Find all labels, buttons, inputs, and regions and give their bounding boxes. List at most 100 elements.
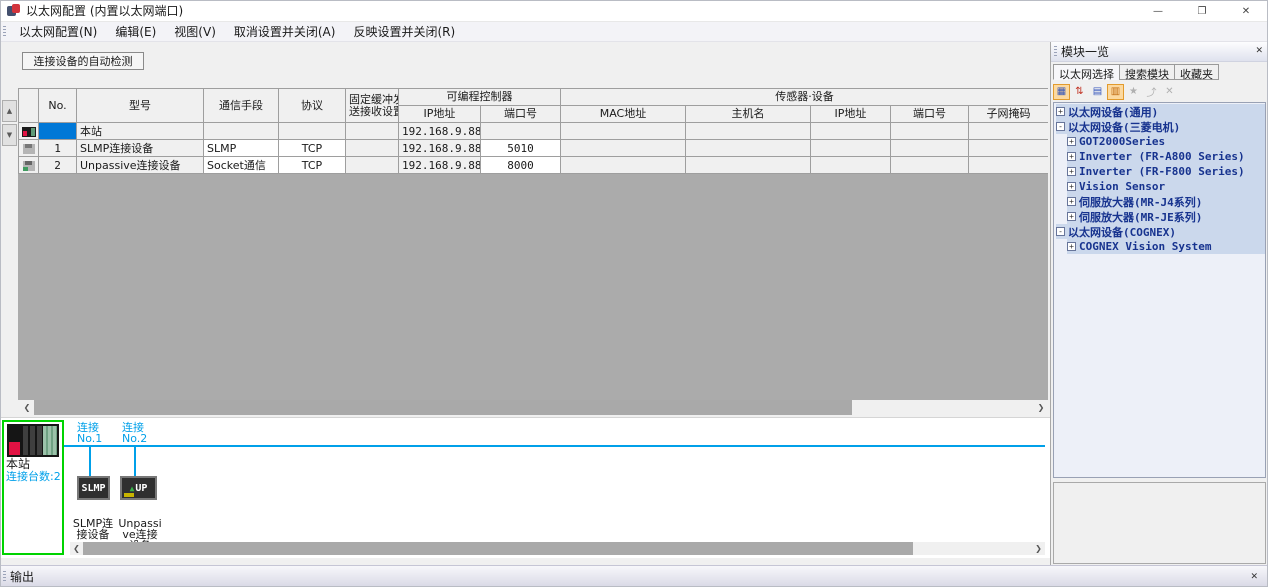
tree-item-cognex-vision[interactable]: +COGNEX Vision System <box>1067 239 1265 254</box>
table-cell-subnet[interactable] <box>969 140 1049 157</box>
menu-edit[interactable]: 编辑(E) <box>106 21 165 42</box>
row-down-button[interactable]: ▼ <box>2 124 17 146</box>
table-cell-subnet[interactable] <box>969 123 1049 140</box>
table-cell-no[interactable]: 1 <box>39 140 77 157</box>
tree-item-servo-mrje[interactable]: +伺服放大器(MR-JE系列) <box>1067 209 1265 224</box>
module-list-toolbar: ▦ ⇅ ▤ ▥ ★ ⤴ ✕ <box>1053 83 1179 100</box>
tree-item-ethernet-cognex[interactable]: -以太网设备(COGNEX) <box>1056 224 1265 239</box>
scroll-track[interactable] <box>83 542 1032 555</box>
expand-icon[interactable]: + <box>1067 182 1076 191</box>
scroll-left-button[interactable]: ❮ <box>20 400 34 415</box>
expand-icon[interactable]: + <box>1056 107 1065 116</box>
output-close-icon[interactable]: ✕ <box>1250 572 1258 582</box>
favorite-move-icon: ⤴ <box>1143 84 1160 100</box>
table-cell-fixed-buffer[interactable] <box>346 123 399 140</box>
sort-icon[interactable]: ⇅ <box>1071 84 1088 100</box>
menu-apply-close[interactable]: 反映设置并关闭(R) <box>344 21 464 42</box>
table-cell-plc-port[interactable]: 8000 <box>481 157 561 174</box>
table-cell-hostname[interactable] <box>686 140 811 157</box>
expand-icon[interactable]: + <box>1067 167 1076 176</box>
table-cell-protocol[interactable]: TCP <box>279 140 346 157</box>
scroll-left-button[interactable]: ❮ <box>70 542 83 555</box>
connection-table: No. 型号 通信手段 协议 固定缓冲发送接收设置 可编程控制器 传感器·设备 … <box>18 88 1048 400</box>
device-slmp-icon[interactable]: SLMP <box>77 476 110 500</box>
table-cell-comm[interactable]: Socket通信 <box>204 157 279 174</box>
scroll-thumb[interactable] <box>34 400 852 415</box>
tree-item-servo-mrj4[interactable]: +伺服放大器(MR-J4系列) <box>1067 194 1265 209</box>
table-cell-ip[interactable] <box>811 157 891 174</box>
connection-2-label: 连接 No.2 <box>122 422 147 444</box>
col-port: 端口号 <box>891 106 969 123</box>
group-view-icon[interactable]: ▥ <box>1107 84 1124 100</box>
expand-icon[interactable]: + <box>1067 212 1076 221</box>
window-controls: — ❐ ✕ <box>1136 0 1268 22</box>
table-cell-ip[interactable] <box>811 123 891 140</box>
table-h-scrollbar: ❮ ❯ <box>20 400 1048 415</box>
panel-grip <box>1054 46 1057 58</box>
table-cell-comm[interactable]: SLMP <box>204 140 279 157</box>
expand-icon[interactable]: + <box>1067 152 1076 161</box>
row-up-button[interactable]: ▲ <box>2 100 17 122</box>
tab-favorites[interactable]: 收藏夹 <box>1174 64 1219 80</box>
table-cell-fixed-buffer[interactable] <box>346 140 399 157</box>
table-cell-plc-port[interactable] <box>481 123 561 140</box>
tab-ethernet-selection[interactable]: 以太网选择 <box>1053 64 1120 80</box>
maximize-button[interactable]: ❐ <box>1180 0 1224 22</box>
table-cell-plc-port[interactable]: 5010 <box>481 140 561 157</box>
table-cell-model[interactable]: SLMP连接设备 <box>77 140 204 157</box>
tree-item-ethernet-mitsubishi[interactable]: -以太网设备(三菱电机) <box>1056 119 1265 134</box>
table-cell-port[interactable] <box>891 140 969 157</box>
table-cell-no-selected[interactable] <box>39 123 77 140</box>
expand-icon[interactable]: + <box>1067 242 1076 251</box>
table-cell-mac[interactable] <box>561 140 686 157</box>
table-cell-comm[interactable] <box>204 123 279 140</box>
tree-item-ethernet-generic[interactable]: +以太网设备(通用) <box>1056 104 1265 119</box>
tab-search-module[interactable]: 搜索模块 <box>1119 64 1175 80</box>
collapse-icon[interactable]: - <box>1056 122 1065 131</box>
table-cell-no[interactable]: 2 <box>39 157 77 174</box>
collapse-icon[interactable]: - <box>1056 227 1065 236</box>
table-cell-protocol[interactable] <box>279 123 346 140</box>
device-unpassive-icon[interactable]: ▲ UP <box>120 476 157 500</box>
scroll-right-button[interactable]: ❯ <box>1034 400 1048 415</box>
table-cell-plc-ip[interactable]: 192.168.9.88 <box>399 123 481 140</box>
network-diagram: 本站 连接台数:2 连接 No.1 连接 No.2 SLMP ▲ UP SLMP… <box>0 417 1050 558</box>
menu-ethernet-config[interactable]: 以太网配置(N) <box>10 21 106 42</box>
tree-item-inverter-f800[interactable]: +Inverter (FR-F800 Series) <box>1067 164 1265 179</box>
table-cell-hostname[interactable] <box>686 157 811 174</box>
module-tree: +以太网设备(通用) -以太网设备(三菱电机) +GOT2000Series +… <box>1053 102 1266 478</box>
table-cell-port[interactable] <box>891 157 969 174</box>
host-station-box[interactable]: 本站 连接台数:2 <box>2 420 64 555</box>
group-sensor: 传感器·设备 <box>561 89 1049 106</box>
table-cell-subnet[interactable] <box>969 157 1049 174</box>
table-cell-fixed-buffer[interactable] <box>346 157 399 174</box>
expand-icon[interactable]: + <box>1067 197 1076 206</box>
scroll-track[interactable] <box>34 400 1034 415</box>
table-cell-model[interactable]: 本站 <box>77 123 204 140</box>
scroll-right-button[interactable]: ❯ <box>1032 542 1045 555</box>
tree-item-got2000[interactable]: +GOT2000Series <box>1067 134 1265 149</box>
display-setting-icon[interactable]: ▦ <box>1053 84 1070 100</box>
table-cell-hostname[interactable] <box>686 123 811 140</box>
module-list-titlebar: 模块一览 ✕ <box>1051 42 1268 62</box>
tree-item-inverter-a800[interactable]: +Inverter (FR-A800 Series) <box>1067 149 1265 164</box>
table-cell-protocol[interactable]: TCP <box>279 157 346 174</box>
table-cell-ip[interactable] <box>811 140 891 157</box>
list-view-icon[interactable]: ▤ <box>1089 84 1106 100</box>
table-cell-plc-ip[interactable]: 192.168.9.88 <box>399 157 481 174</box>
table-cell-model[interactable]: Unpassive连接设备 <box>77 157 204 174</box>
autodetect-button[interactable]: 连接设备的自动检测 <box>22 52 144 70</box>
menu-cancel-close[interactable]: 取消设置并关闭(A) <box>225 21 345 42</box>
table-cell-mac[interactable] <box>561 157 686 174</box>
diagram-h-scrollbar: ❮ ❯ <box>70 542 1045 555</box>
scroll-thumb[interactable] <box>83 542 913 555</box>
table-cell-port[interactable] <box>891 123 969 140</box>
table-cell-mac[interactable] <box>561 123 686 140</box>
table-cell-plc-ip[interactable]: 192.168.9.88 <box>399 140 481 157</box>
tree-item-vision-sensor[interactable]: +Vision Sensor <box>1067 179 1265 194</box>
panel-close-icon[interactable]: ✕ <box>1255 46 1263 56</box>
close-button[interactable]: ✕ <box>1224 0 1268 22</box>
minimize-button[interactable]: — <box>1136 0 1180 22</box>
expand-icon[interactable]: + <box>1067 137 1076 146</box>
menu-view[interactable]: 视图(V) <box>165 21 225 42</box>
